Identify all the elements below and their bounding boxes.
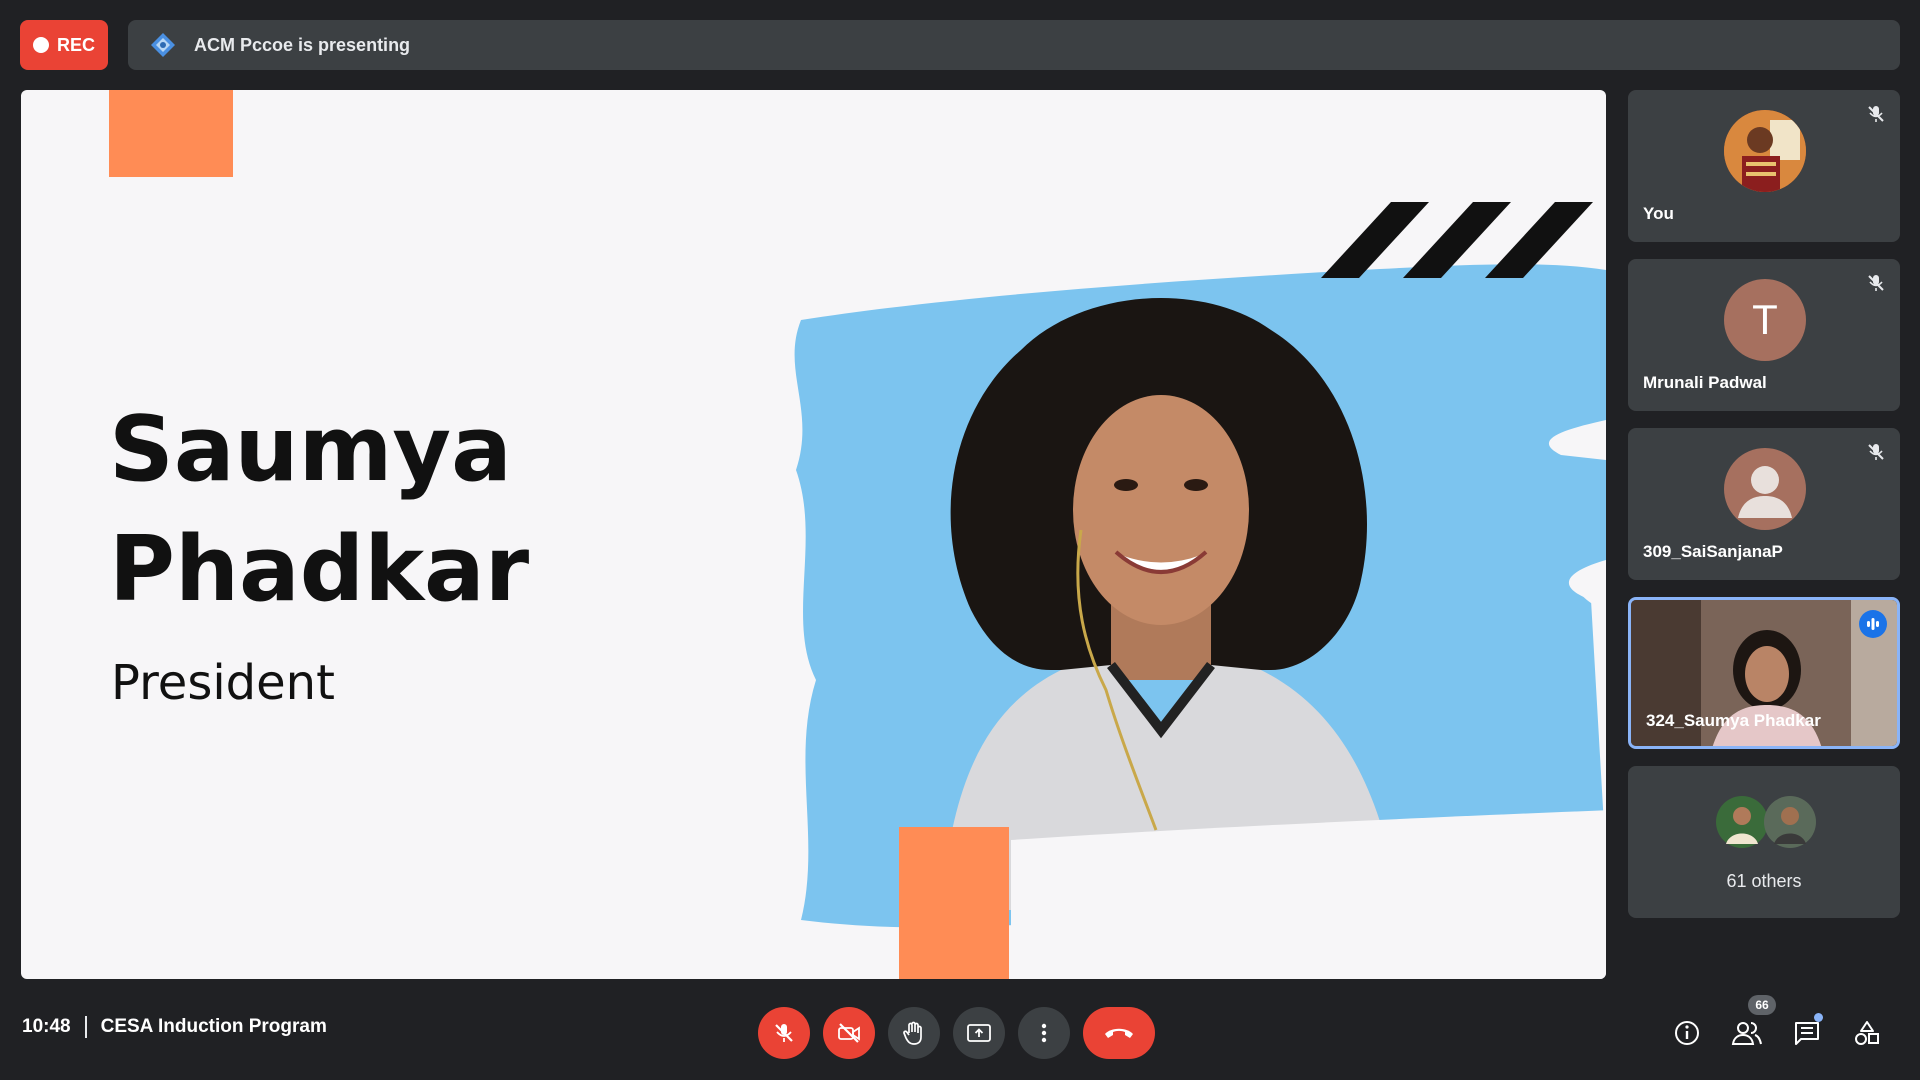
- people-icon: [1731, 1022, 1762, 1045]
- presenting-text: ACM Pccoe is presenting: [194, 34, 411, 55]
- raise-hand-button[interactable]: [888, 1007, 940, 1059]
- camera-toggle-button[interactable]: [823, 1007, 875, 1059]
- activities-button[interactable]: [1849, 1015, 1885, 1051]
- others-tile[interactable]: 61 others: [1628, 766, 1900, 918]
- more-vert-icon: [1041, 1023, 1047, 1043]
- rec-label: REC: [56, 34, 95, 55]
- present-screen-button[interactable]: [953, 1007, 1005, 1059]
- others-avatars: [1716, 796, 1816, 848]
- participant-tile-saumya[interactable]: 324_Saumya Phadkar: [1628, 597, 1900, 749]
- white-brush-bottom: [1011, 810, 1606, 979]
- meeting-details-button[interactable]: [1669, 1015, 1705, 1051]
- participant-tile-you[interactable]: You: [1628, 90, 1900, 242]
- speaking-indicator-icon: [1859, 610, 1887, 638]
- hang-up-icon: [1105, 1028, 1133, 1038]
- default-person-icon: [1724, 448, 1806, 530]
- others-count-label: 61 others: [1726, 871, 1802, 891]
- acm-logo-icon: [148, 30, 178, 60]
- people-count-badge: 66: [1748, 995, 1776, 1015]
- name-line-2: Phadkar: [109, 517, 530, 622]
- slide-role-text: President: [111, 655, 335, 711]
- participant-name: 309_SaiSanjanaP: [1643, 542, 1783, 561]
- hand-icon: [903, 1021, 922, 1045]
- clock-time: 10:48: [22, 1016, 71, 1037]
- meeting-title: CESA Induction Program: [100, 1016, 327, 1037]
- slide-name-heading: Saumya Phadkar: [109, 390, 709, 630]
- orange-decor-bottom: [899, 827, 1009, 979]
- mic-off-icon: [1866, 273, 1886, 298]
- mic-toggle-button[interactable]: [758, 1007, 810, 1059]
- chat-notification-dot: [1814, 1013, 1823, 1022]
- orange-decor-top: [109, 90, 233, 177]
- mic-off-icon: [1866, 442, 1886, 467]
- participant-name: 324_Saumya Phadkar: [1646, 711, 1821, 730]
- activities-icon: [1855, 1021, 1879, 1045]
- participant-name: Mrunali Padwal: [1643, 373, 1767, 392]
- leave-call-button[interactable]: [1083, 1007, 1155, 1059]
- avatar: [1724, 110, 1806, 192]
- camera-off-icon: [838, 1023, 860, 1043]
- record-dot-icon: [32, 37, 49, 53]
- participant-tile-sanjana[interactable]: 309_SaiSanjanaP: [1628, 428, 1900, 580]
- mic-off-icon: [775, 1024, 793, 1042]
- present-icon: [967, 1024, 991, 1042]
- avatar: T: [1724, 279, 1806, 361]
- people-button[interactable]: [1729, 1015, 1765, 1051]
- participant-tile-mrunali[interactable]: T Mrunali Padwal: [1628, 259, 1900, 411]
- black-stripes-decor: [1321, 202, 1593, 278]
- mic-off-icon: [1866, 104, 1886, 129]
- more-options-button[interactable]: [1018, 1007, 1070, 1059]
- info-icon: [1675, 1021, 1699, 1045]
- name-line-1: Saumya: [109, 397, 512, 502]
- recording-indicator: REC: [20, 20, 108, 70]
- divider: [84, 1016, 87, 1038]
- chat-icon: [1795, 1022, 1819, 1045]
- presentation-slide: Saumya Phadkar President: [21, 90, 1606, 979]
- meeting-info: 10:48 CESA Induction Program: [22, 1016, 327, 1038]
- presenting-banner: ACM Pccoe is presenting: [128, 20, 1900, 70]
- participant-name: You: [1643, 204, 1674, 223]
